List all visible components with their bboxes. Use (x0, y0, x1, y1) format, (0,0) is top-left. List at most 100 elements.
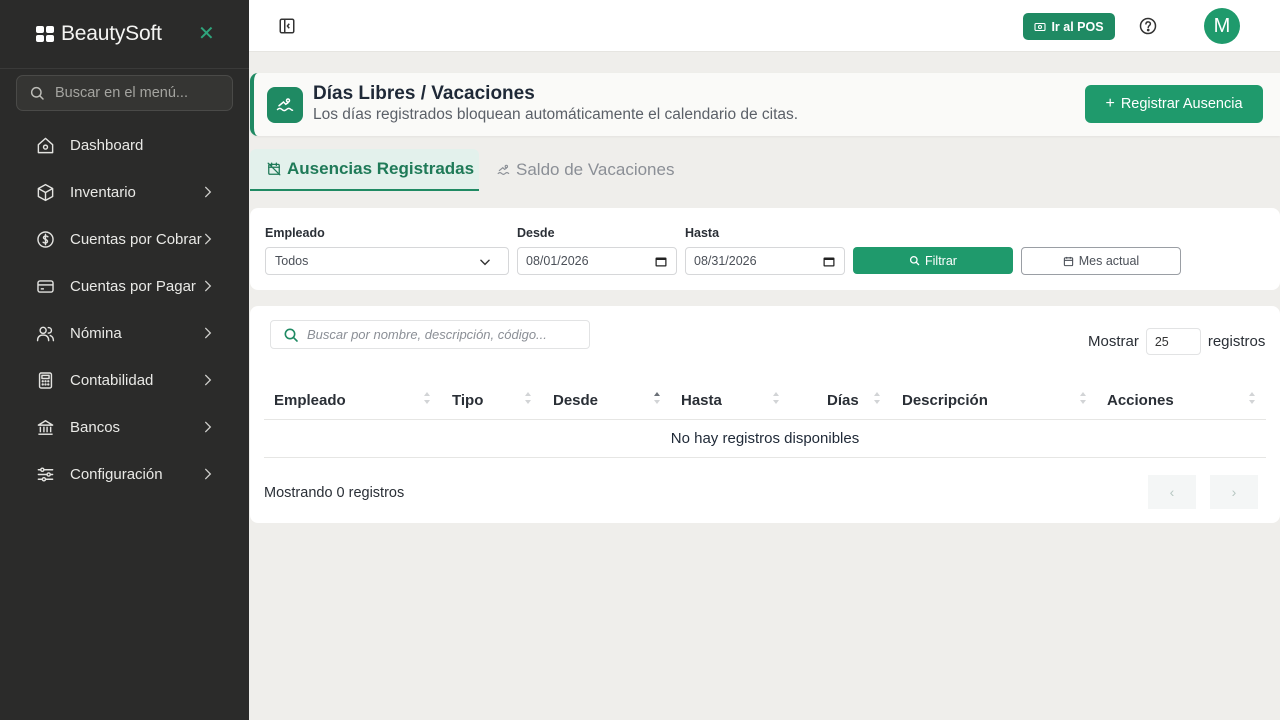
calendar-icon[interactable] (823, 256, 835, 267)
page-subtitle: Los días registrados bloquean automática… (313, 106, 799, 123)
filter-button[interactable]: Filtrar (853, 247, 1013, 274)
go-to-pos-label: Ir al POS (1051, 19, 1104, 34)
sidebar-item-label: Cuentas por Cobrar (70, 231, 202, 248)
sidebar-item-cuentas-por-pagar[interactable]: Cuentas por Pagar (0, 263, 249, 310)
table-header: Empleado Tipo Desde Hasta Días Descripci… (264, 384, 1266, 420)
sidebar-item-bancos[interactable]: Bancos (0, 404, 249, 451)
column-header-acciones[interactable]: Acciones (1107, 392, 1174, 409)
umbrella-beach-icon (497, 164, 510, 175)
employee-select-value: Todos (275, 254, 309, 268)
calendar-off-icon (267, 162, 281, 176)
sidebar-item-label: Cuentas por Pagar (70, 278, 196, 295)
sidebar-item-inventario[interactable]: Inventario (0, 169, 249, 216)
table-info: Mostrando 0 registros (264, 485, 405, 501)
chevron-right-icon (205, 327, 212, 339)
sort-icon (773, 392, 779, 404)
current-month-label: Mes actual (1078, 254, 1140, 268)
sidebar-item-nomina[interactable]: Nómina (0, 310, 249, 357)
search-icon (30, 86, 44, 100)
brand-logo-icon (36, 26, 54, 42)
sidebar-item-cuentas-por-cobrar[interactable]: Cuentas por Cobrar (0, 216, 249, 263)
sidebar-item-label: Nómina (70, 325, 122, 342)
chevron-down-icon (480, 259, 490, 266)
chevron-right-icon (205, 468, 212, 480)
sidebar-item-label: Bancos (70, 419, 121, 436)
to-date-value: 08/31/2026 (694, 254, 757, 268)
tab-ausencias-registradas[interactable]: Ausencias Registradas (250, 149, 479, 191)
sidebar-item-label: Contabilidad (70, 372, 154, 389)
swimmer-icon (267, 87, 303, 123)
chevron-right-icon (205, 233, 212, 245)
sidebar-toggle-icon[interactable] (278, 17, 296, 35)
from-date-input[interactable]: 08/01/2026 (517, 247, 677, 275)
page-length-input[interactable]: 25 (1145, 328, 1201, 355)
close-sidebar-icon[interactable]: ✕ (198, 24, 215, 44)
sidebar-item-configuracion[interactable]: Configuración (0, 451, 249, 498)
bank-icon (35, 418, 55, 438)
users-icon (35, 324, 55, 344)
box-icon (35, 183, 55, 203)
brand: BeautySoft ✕ (0, 0, 249, 69)
sidebar-item-label: Configuración (70, 466, 163, 483)
calculator-icon (35, 371, 55, 391)
column-header-desde[interactable]: Desde (553, 392, 598, 409)
to-date-label: Hasta (685, 226, 720, 240)
credit-card-icon (35, 277, 55, 297)
menu-search[interactable] (16, 75, 233, 111)
cash-icon (1034, 22, 1046, 31)
sort-icon (1249, 392, 1255, 404)
dollar-circle-icon (35, 230, 55, 250)
plus-icon: + (1105, 95, 1115, 112)
sort-icon (424, 392, 430, 404)
previous-page-button[interactable]: ‹ (1148, 475, 1196, 509)
go-to-pos-button[interactable]: Ir al POS (1023, 13, 1115, 40)
sidebar: BeautySoft ✕ Dashboard Inventario Cuenta… (0, 0, 249, 720)
chevron-right-icon (205, 374, 212, 386)
chevron-right-icon (205, 186, 212, 198)
employee-select[interactable]: Todos (265, 247, 509, 275)
page-header: Días Libres / Vacaciones Los días regist… (250, 73, 1280, 136)
page-length-control: Mostrar 25 registros (1088, 328, 1265, 355)
calendar-icon (1063, 256, 1073, 266)
filter-button-label: Filtrar (925, 253, 957, 268)
search-icon (909, 255, 920, 266)
absences-table-card: Mostrar 25 registros Empleado Tipo Desde… (250, 306, 1280, 523)
menu-search-input[interactable] (55, 85, 225, 101)
column-header-dias[interactable]: Días (827, 392, 859, 409)
column-header-hasta[interactable]: Hasta (681, 392, 722, 409)
table-search[interactable] (270, 320, 590, 349)
chevron-right-icon (205, 421, 212, 433)
column-header-empleado[interactable]: Empleado (274, 392, 346, 409)
employee-filter-label: Empleado (265, 226, 325, 240)
home-icon (35, 136, 55, 156)
to-date-input[interactable]: 08/31/2026 (685, 247, 845, 275)
sidebar-nav: Dashboard Inventario Cuentas por Cobrar … (0, 122, 249, 498)
table-search-input[interactable] (307, 327, 577, 342)
column-header-tipo[interactable]: Tipo (452, 392, 483, 409)
topbar: Ir al POS M (249, 0, 1280, 52)
sliders-icon (35, 465, 55, 485)
show-suffix: registros (1207, 333, 1266, 350)
register-absence-label: Registrar Ausencia (1120, 96, 1243, 112)
sidebar-item-label: Dashboard (70, 137, 144, 154)
sort-icon (874, 392, 880, 404)
show-prefix: Mostrar (1088, 333, 1139, 350)
sort-icon (525, 392, 531, 404)
tab-saldo-de-vacaciones[interactable]: Saldo de Vacaciones (497, 149, 674, 191)
column-header-descripcion[interactable]: Descripción (902, 392, 988, 409)
user-avatar[interactable]: M (1204, 8, 1240, 44)
calendar-icon[interactable] (655, 256, 667, 267)
sidebar-item-contabilidad[interactable]: Contabilidad (0, 357, 249, 404)
sidebar-item-dashboard[interactable]: Dashboard (0, 122, 249, 169)
page-title: Días Libres / Vacaciones (313, 83, 535, 104)
chevron-right-icon (205, 280, 212, 292)
next-page-button[interactable]: › (1210, 475, 1258, 509)
register-absence-button[interactable]: + Registrar Ausencia (1085, 85, 1263, 123)
empty-table-message: No hay registros disponibles (264, 420, 1266, 458)
current-month-button[interactable]: Mes actual (1021, 247, 1181, 275)
sort-icon (1080, 392, 1086, 404)
help-icon[interactable] (1139, 17, 1157, 35)
sort-ascending-icon (654, 392, 660, 404)
from-date-value: 08/01/2026 (526, 254, 589, 268)
tab-label: Ausencias Registradas (287, 159, 475, 178)
